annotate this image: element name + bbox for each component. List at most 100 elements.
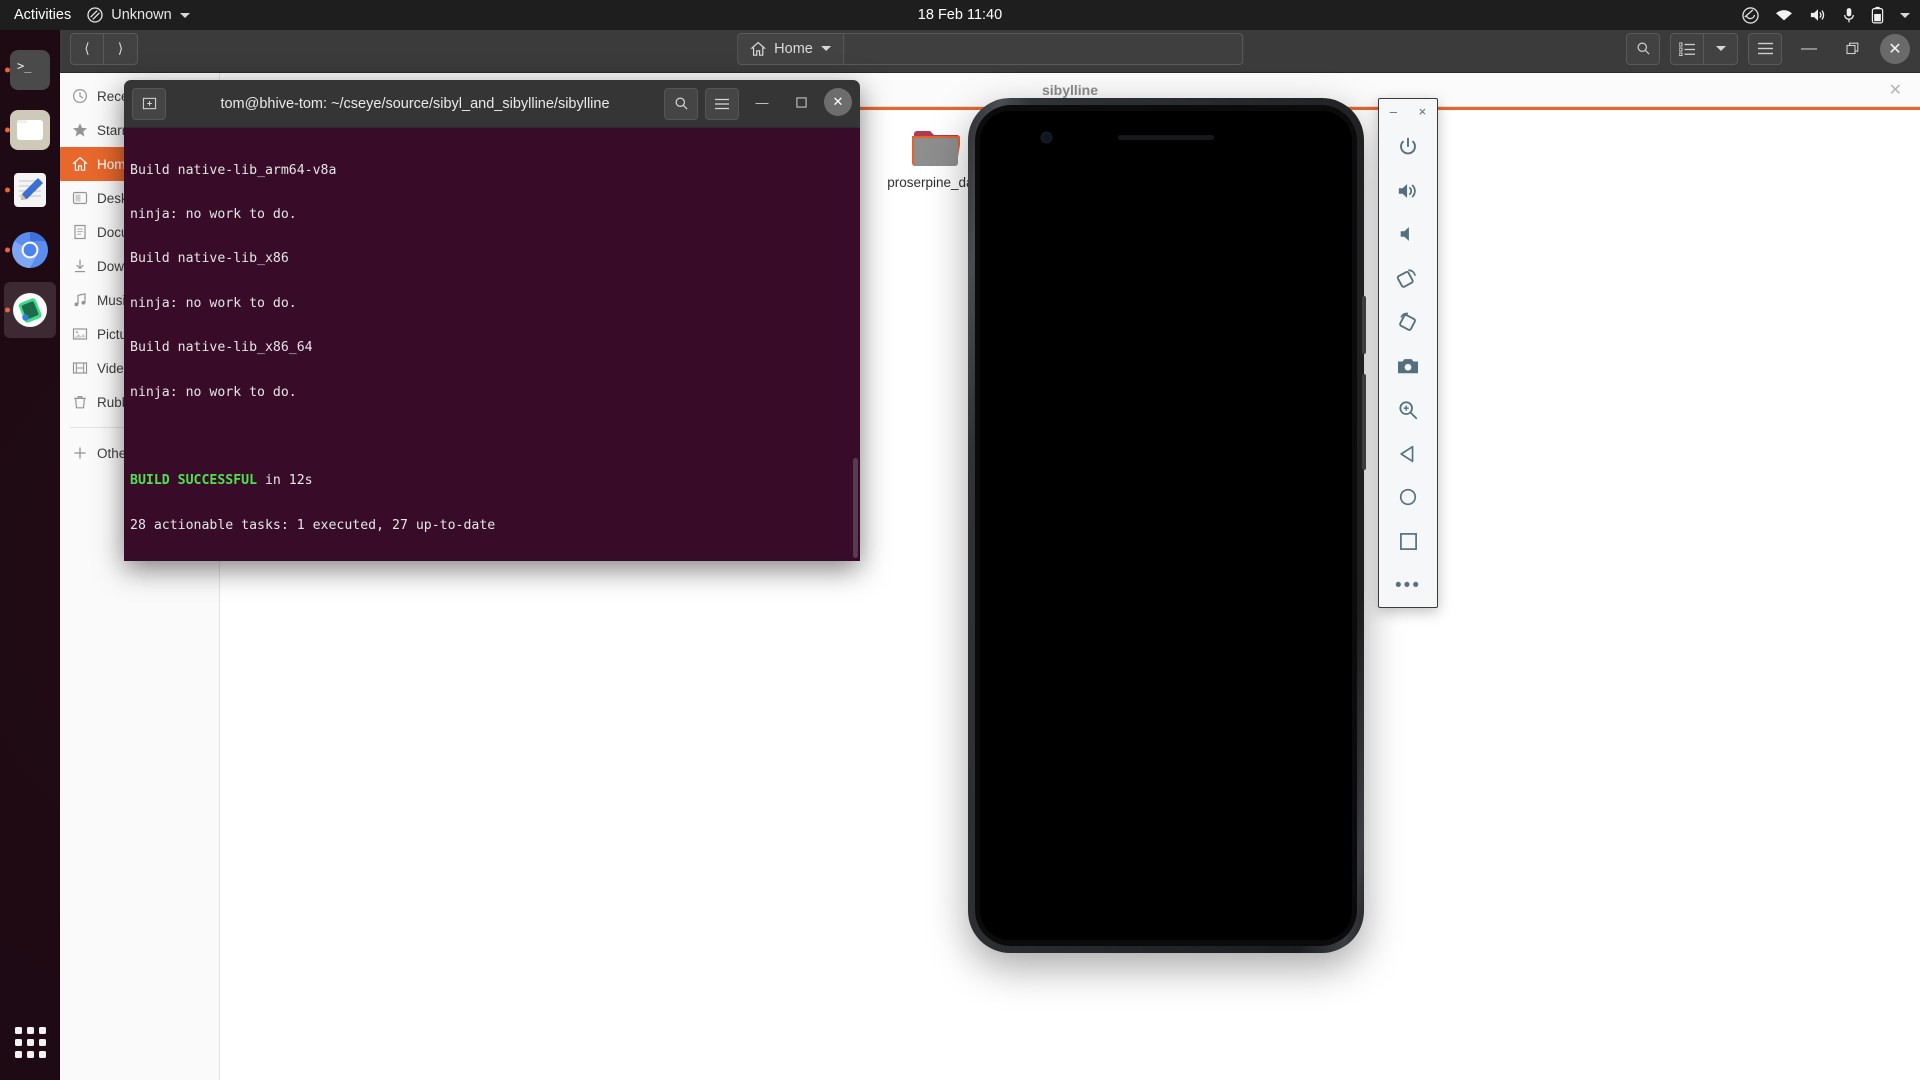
terminal-header: tom@bhive-tom: ~/cseye/source/sibyl_and_… [124,80,860,128]
back-button[interactable]: ⟨ [70,32,104,65]
wifi-icon[interactable] [1775,8,1793,23]
app-menu-button[interactable]: Unknown [87,7,190,23]
view-options-caret-button[interactable] [1704,32,1738,65]
chromium-icon [12,232,48,268]
emulator-overview-button[interactable] [1384,519,1432,563]
breadcrumb-empty-area[interactable] [842,32,1243,65]
terminal-title: tom@bhive-tom: ~/cseye/source/sibyl_and_… [220,95,610,112]
screenshot-camera-icon [1398,359,1418,374]
emulator-home-button[interactable] [1384,476,1432,520]
terminal-line: ninja: no work to do. [130,384,297,400]
emulator-screenshot-button[interactable] [1384,344,1432,388]
terminal-icon: >_ [10,50,50,90]
android-emulator-device[interactable] [968,98,1366,953]
tab-sibylline[interactable]: sibylline [1042,82,1098,98]
main-menu-button[interactable] [1748,32,1782,65]
chevron-down-icon [179,12,190,18]
tab-close-icon[interactable]: ✕ [1889,80,1902,100]
back-icon [1400,445,1414,462]
terminal-line: ninja: no work to do. [130,206,297,222]
running-indicator-dot [5,67,10,73]
terminal-search-button[interactable] [664,87,698,120]
desktop-screen: ⟨ ⟩ Home — ✕ Recent Starred Home Desktop… [0,0,1920,1080]
running-indicator-dot [5,187,10,193]
emulator-rotate-left-button[interactable] [1384,256,1432,300]
emulator-rotate-right-button[interactable] [1384,300,1432,344]
view-options-group [1670,32,1738,65]
text-editor-icon [14,173,46,207]
microphone-icon[interactable] [1843,7,1855,24]
list-view-icon [1679,42,1695,56]
emulator-volume-down-button[interactable] [1384,213,1432,257]
activities-button[interactable]: Activities [0,7,87,23]
search-button[interactable] [1626,32,1660,65]
emulator-screen[interactable] [980,111,1352,940]
dock-item-android-emulator[interactable] [4,282,56,338]
terminal-line: Build native-lib_x86 [130,251,289,267]
overview-icon [1399,532,1417,550]
running-indicator-dot [5,127,10,133]
videos-icon [72,362,88,374]
emulator-more-button[interactable]: ••• [1384,563,1432,607]
volume-rocker-button[interactable] [1362,374,1366,470]
terminal-line: Build native-lib_arm64-v8a [130,162,337,178]
terminal-scrollbar[interactable] [853,458,858,558]
terminal-line-build-status: BUILD SUCCESSFUL in 12s [128,473,860,489]
documents-icon [74,224,86,240]
terminal-header-buttons: — ✕ [664,87,852,120]
gnome-top-bar: Activities Unknown 18 Feb 11:40 [0,0,1920,30]
emulator-back-button[interactable] [1384,432,1432,476]
files-icon [10,110,50,150]
window-maximize-button[interactable] [1836,34,1870,64]
star-icon [73,123,87,137]
trash-icon [74,396,86,409]
more-icon: ••• [1395,574,1421,596]
dock-item-terminal[interactable]: >_ [4,42,56,98]
plus-icon [74,447,86,459]
chevron-down-icon [820,46,831,51]
emulator-volume-up-button[interactable] [1384,169,1432,213]
terminal-window: tom@bhive-tom: ~/cseye/source/sibyl_and_… [124,80,860,561]
terminal-maximize-button[interactable] [785,88,817,118]
breadcrumb-home-button[interactable]: Home [737,32,843,65]
emulator-power-button[interactable] [1384,125,1432,169]
dock-item-chromium[interactable] [4,222,56,278]
volume-icon[interactable] [1809,7,1827,23]
battery-icon[interactable] [1871,6,1884,24]
home-icon [72,156,88,171]
clock-icon [72,88,88,104]
terminal-close-button[interactable]: ✕ [824,87,852,116]
forward-button[interactable]: ⟩ [104,32,138,65]
restore-icon [1846,42,1859,54]
ubuntu-dock: >_ [0,30,60,1080]
emulator-minimize-button[interactable]: – [1390,104,1397,119]
new-tab-button[interactable] [132,87,166,120]
rotate-left-icon [1396,269,1416,289]
home-icon [1399,489,1417,506]
emulator-zoom-button[interactable] [1384,388,1432,432]
window-minimize-button[interactable]: — [1792,34,1826,64]
list-view-button[interactable] [1670,32,1704,65]
show-applications-button[interactable] [0,1014,60,1070]
navigation-buttons: ⟨ ⟩ [70,32,138,65]
dock-item-text-editor[interactable] [4,162,56,218]
terminal-line: Build native-lib_x86_64 [130,340,313,356]
clock[interactable]: 18 Feb 11:40 [0,7,1920,23]
window-close-button[interactable]: ✕ [1880,33,1910,64]
power-button[interactable] [1362,296,1366,354]
running-indicator-dot [5,307,10,313]
terminal-menu-button[interactable] [705,87,739,120]
zoom-icon [1399,401,1418,419]
hamburger-menu-icon [1757,42,1773,55]
terminal-output[interactable]: Build native-lib_arm64-v8a ninja: no wor… [124,128,860,561]
search-icon [675,97,688,110]
home-icon [750,41,766,56]
system-menu-caret-icon[interactable] [1900,12,1910,18]
emulator-window-controls: – × [1379,99,1437,125]
terminal-minimize-button[interactable]: — [746,88,778,118]
emulator-close-button[interactable]: × [1419,104,1427,119]
rotate-right-icon [1399,312,1416,331]
dock-item-files[interactable] [4,102,56,158]
desktop-icon [72,191,88,205]
record-indicator-icon[interactable] [1742,6,1759,24]
